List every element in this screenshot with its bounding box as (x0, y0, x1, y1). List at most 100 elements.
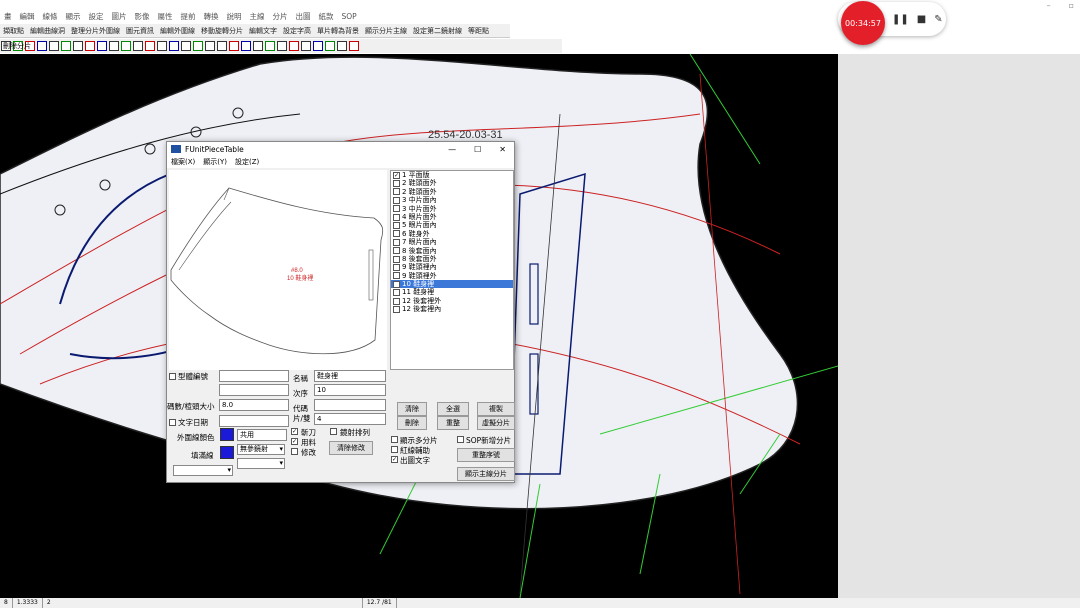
minimize-button[interactable]: – (1047, 1, 1051, 10)
outer-color-swatch[interactable] (220, 428, 234, 441)
pairs-field[interactable]: 4 (314, 413, 386, 425)
piece-list-item[interactable]: 12 後套裡內 (391, 305, 513, 313)
piece-checkbox[interactable] (393, 272, 400, 280)
tool-icon[interactable] (277, 41, 287, 51)
menu-item[interactable]: 圖片 (108, 10, 131, 24)
menu-item[interactable]: 紙款 (315, 10, 338, 24)
toolbar-button[interactable]: 單片轉為背景 (314, 24, 362, 38)
piece-checkbox[interactable] (393, 297, 400, 305)
piece-checkbox[interactable] (393, 263, 400, 271)
piece-list-item[interactable]: 5 眼片面內 (391, 221, 513, 229)
menu-item[interactable]: 影像 (131, 10, 154, 24)
tool-icon[interactable] (205, 41, 215, 51)
material-checkbox[interactable]: ✓ (291, 438, 298, 445)
menu-item[interactable]: 畫 (0, 10, 16, 24)
tool-icon[interactable] (193, 41, 203, 51)
toolbar-button[interactable]: 顯示分片主線 (362, 24, 410, 38)
color-select[interactable] (173, 465, 233, 476)
menu-view[interactable]: 顯示(Y) (203, 156, 227, 168)
piece-checkbox[interactable] (393, 247, 400, 255)
piece-checkbox[interactable] (393, 305, 400, 313)
toolbar-button[interactable]: 編輯曲線洞 (27, 24, 68, 38)
tool-icon[interactable] (85, 41, 95, 51)
tool-icon[interactable] (181, 41, 191, 51)
share-field[interactable]: 共用 (237, 429, 287, 441)
piece-checkbox[interactable] (393, 238, 400, 246)
virtual-piece-button[interactable]: 虛擬分片 (477, 416, 515, 430)
record-timer[interactable]: 00:34:57 (841, 1, 885, 45)
menu-item[interactable]: 顯示 (62, 10, 85, 24)
tool-icon[interactable] (133, 41, 143, 51)
piece-checkbox[interactable] (393, 230, 400, 238)
tool-icon[interactable] (217, 41, 227, 51)
tool-icon[interactable] (265, 41, 275, 51)
tool-icon[interactable] (301, 41, 311, 51)
tool-icon[interactable] (253, 41, 263, 51)
tool-icon[interactable] (169, 41, 179, 51)
toolbar-button[interactable]: 擷取點 (0, 24, 27, 38)
mirror-arrange-checkbox[interactable] (330, 428, 337, 435)
text-date-field[interactable] (219, 415, 289, 427)
piece-checkbox[interactable] (393, 289, 400, 297)
piece-list-item[interactable]: 2 鞋頭面外 (391, 188, 513, 196)
menu-item[interactable]: 編輯 (16, 10, 39, 24)
toolbar-button[interactable]: 等距點 (465, 24, 492, 38)
dialog-maximize-button[interactable]: ☐ (474, 145, 481, 154)
tool-icon[interactable] (73, 41, 83, 51)
piece-checkbox[interactable] (393, 222, 400, 230)
tool-icon[interactable] (289, 41, 299, 51)
clear-button[interactable]: 清除 (397, 402, 427, 416)
toolbar-button[interactable]: 設定字高 (280, 24, 314, 38)
toolbar-button[interactable]: 設定第二鏡射線 (410, 24, 465, 38)
reset-button[interactable]: 重整 (437, 416, 469, 430)
tool-icon[interactable] (37, 41, 47, 51)
clear-modify-button[interactable]: 清除修改 (329, 441, 373, 455)
menu-item[interactable]: 線條 (39, 10, 62, 24)
model-no-field-2[interactable] (219, 384, 289, 396)
menu-file[interactable]: 檔案(X) (171, 156, 195, 168)
secondary-select[interactable] (237, 458, 285, 469)
text-date-checkbox[interactable] (169, 419, 176, 426)
knife-checkbox[interactable]: ✓ (291, 428, 298, 435)
tool-icon[interactable] (61, 41, 71, 51)
toolbar-button[interactable]: 移動旋轉分片 (198, 24, 246, 38)
red-aux-checkbox[interactable] (391, 446, 398, 453)
piece-checkbox[interactable] (393, 180, 400, 188)
show-multi-checkbox[interactable] (391, 436, 398, 443)
piece-checkbox[interactable] (393, 196, 400, 204)
tool-icon[interactable] (121, 41, 131, 51)
piece-checkbox[interactable] (393, 213, 400, 221)
piece-list-item[interactable]: 9 鞋頭裡內 (391, 263, 513, 271)
tool-icon[interactable] (313, 41, 323, 51)
code-field[interactable] (314, 399, 386, 411)
menu-item[interactable]: 說明 (223, 10, 246, 24)
pause-icon[interactable]: ❚❚ (892, 14, 909, 25)
tool-icon[interactable] (337, 41, 347, 51)
show-main-piece-button[interactable]: 顯示主線分片 (457, 467, 515, 481)
output-text-checkbox[interactable]: ✓ (391, 456, 398, 463)
tool-icon[interactable] (349, 41, 359, 51)
restore-button[interactable]: ▫ (1069, 1, 1074, 10)
menu-item[interactable]: 分片 (269, 10, 292, 24)
menu-item[interactable]: 提前 (177, 10, 200, 24)
fill-color-swatch[interactable] (220, 446, 234, 459)
menu-item[interactable]: 轉換 (200, 10, 223, 24)
piece-list-item[interactable]: 2 鞋頭面外 (391, 179, 513, 187)
dialog-minimize-button[interactable]: — (448, 145, 456, 154)
model-no-checkbox[interactable] (169, 373, 176, 380)
toolbar-button[interactable]: 編輯外圍線 (157, 24, 198, 38)
order-field[interactable]: 10 (314, 384, 386, 396)
piece-list[interactable]: ✓ 1 平面版 2 鞋頭面外 2 鞋頭面外 3 中片面內 3 中片面外 4 眼片面外 5 眼片… (390, 170, 514, 370)
toolbar-button[interactable]: 整理分片外圍線 (68, 24, 123, 38)
modify-checkbox[interactable] (291, 448, 298, 455)
mirror-select[interactable]: 無參鏡射 (237, 444, 285, 455)
menu-settings[interactable]: 設定(Z) (235, 156, 259, 168)
piece-list-item[interactable]: 7 眼片面內 (391, 238, 513, 246)
copy-button[interactable]: 複製 (477, 402, 515, 416)
piece-list-item[interactable]: 12 後套裡外 (391, 297, 513, 305)
piece-list-item[interactable]: 8 後套面內 (391, 247, 513, 255)
menu-item[interactable]: 屬性 (154, 10, 177, 24)
tool-icon[interactable] (325, 41, 335, 51)
toolbar-button[interactable]: 圖元資訊 (123, 24, 157, 38)
menu-item[interactable]: 主線 (246, 10, 269, 24)
